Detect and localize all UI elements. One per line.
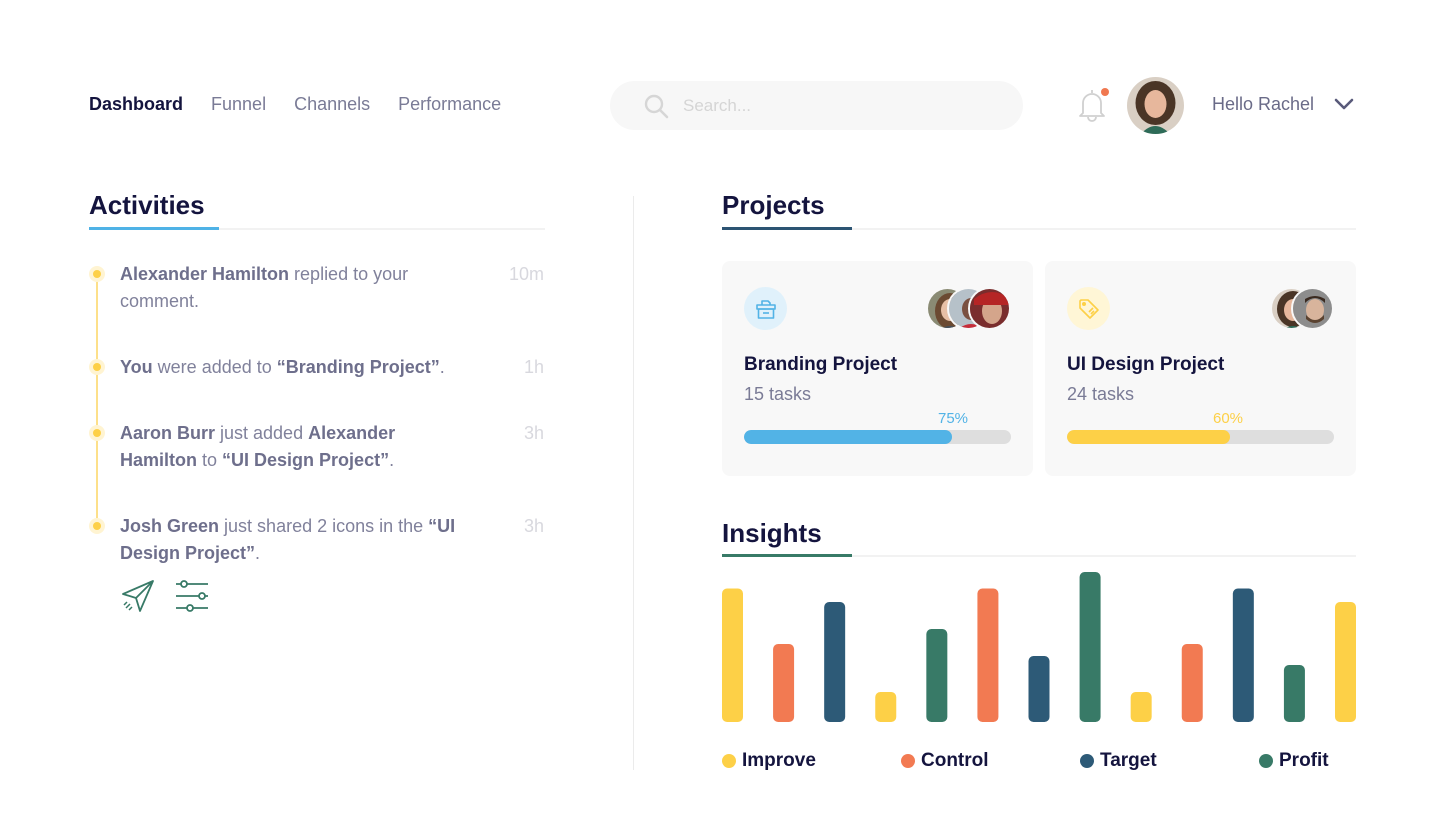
progress-track — [1067, 430, 1334, 444]
bar-control — [773, 644, 795, 722]
bar-profit — [1283, 665, 1305, 722]
user-avatar[interactable] — [1127, 77, 1184, 134]
legend-dot — [901, 754, 915, 768]
progress-fill — [744, 430, 953, 444]
project-name: Branding Project — [744, 354, 898, 375]
nav-performance[interactable]: Performance — [398, 92, 501, 116]
project-tasks: 24 tasks — [1067, 384, 1135, 404]
nav-channels[interactable]: Channels — [294, 92, 370, 116]
project-tasks: 15 tasks — [744, 384, 812, 404]
activity-time: 1h — [523, 357, 544, 377]
timeline-dot — [89, 359, 105, 375]
bar-profit — [926, 629, 948, 722]
progress-fill — [1067, 430, 1230, 444]
member-avatar[interactable] — [968, 287, 1011, 330]
chart-legend: Improve Control Target Profit — [722, 750, 1362, 774]
activities-title: Activities — [89, 190, 205, 220]
bar-improve — [722, 588, 743, 722]
sliders-icon[interactable] — [174, 578, 210, 614]
bar-target — [1028, 656, 1050, 722]
insights-bar-chart — [722, 572, 1356, 722]
progress-label: 75% — [938, 410, 969, 427]
legend-item-control[interactable]: Control — [901, 750, 989, 772]
column-divider — [633, 196, 634, 770]
bar-target — [1232, 588, 1254, 722]
nav-dashboard[interactable]: Dashboard — [89, 92, 183, 116]
activities-underline — [89, 227, 219, 230]
bar-control — [1181, 644, 1203, 722]
notification-dot — [1101, 88, 1109, 96]
bar-improve — [1130, 692, 1152, 722]
legend-item-target[interactable]: Target — [1080, 750, 1157, 772]
legend-item-profit[interactable]: Profit — [1259, 750, 1329, 772]
legend-label: Profit — [1279, 750, 1329, 771]
progress-label: 60% — [1213, 410, 1244, 427]
search-bar[interactable] — [610, 81, 1023, 130]
card-members — [1270, 287, 1334, 330]
project-card-ui-design[interactable]: UI Design Project 24 tasks 60% — [1045, 261, 1356, 476]
legend-dot — [1080, 754, 1094, 768]
projects-title: Projects — [722, 190, 825, 220]
search-icon — [644, 94, 669, 118]
shared-icons — [120, 578, 210, 614]
timeline-dot — [89, 266, 105, 282]
activity-time: 10m — [508, 264, 544, 284]
progress-track — [744, 430, 1011, 444]
member-avatar[interactable] — [1291, 287, 1334, 330]
legend-label: Target — [1100, 750, 1157, 771]
card-members — [926, 287, 1011, 330]
timeline-line — [96, 272, 98, 522]
legend-label: Improve — [742, 750, 816, 771]
card-icon-wrap — [744, 287, 787, 330]
legend-label: Control — [921, 750, 989, 771]
main-nav: Dashboard Funnel Channels Performance — [89, 92, 529, 116]
activity-text: You were added to “Branding Project”. — [120, 357, 445, 377]
activity-time: 3h — [523, 423, 544, 443]
nav-funnel[interactable]: Funnel — [211, 92, 266, 116]
bar-improve — [1335, 602, 1356, 722]
projects-underline — [722, 227, 852, 230]
activity-text: Alexander Hamilton replied to your comme… — [120, 264, 409, 311]
chevron-down-icon[interactable] — [1333, 96, 1355, 112]
timeline-dot — [89, 425, 105, 441]
activity-text: Aaron Burr just added Alexander Hamilton… — [120, 423, 396, 470]
card-icon-wrap — [1067, 287, 1110, 330]
insights-underline — [722, 554, 852, 557]
user-greeting[interactable]: Hello Rachel — [1212, 94, 1314, 115]
legend-item-improve[interactable]: Improve — [722, 750, 816, 772]
bar-target — [824, 602, 846, 722]
project-name: UI Design Project — [1067, 354, 1225, 375]
bar-profit — [1079, 572, 1101, 722]
insights-title: Insights — [722, 518, 822, 548]
search-input[interactable] — [683, 95, 983, 116]
timeline-dot — [89, 518, 105, 534]
archive-box-icon — [755, 299, 776, 319]
legend-dot — [722, 754, 736, 768]
bar-control — [977, 588, 999, 722]
price-tag-icon — [1078, 298, 1099, 319]
bar-improve — [875, 692, 897, 722]
activity-text: Josh Green just shared 2 icons in the “U… — [120, 516, 456, 563]
project-card-branding[interactable]: Branding Project 15 tasks 75% — [722, 261, 1033, 476]
paper-plane-icon[interactable] — [120, 578, 156, 614]
legend-dot — [1259, 754, 1273, 768]
activity-time: 3h — [523, 516, 544, 536]
